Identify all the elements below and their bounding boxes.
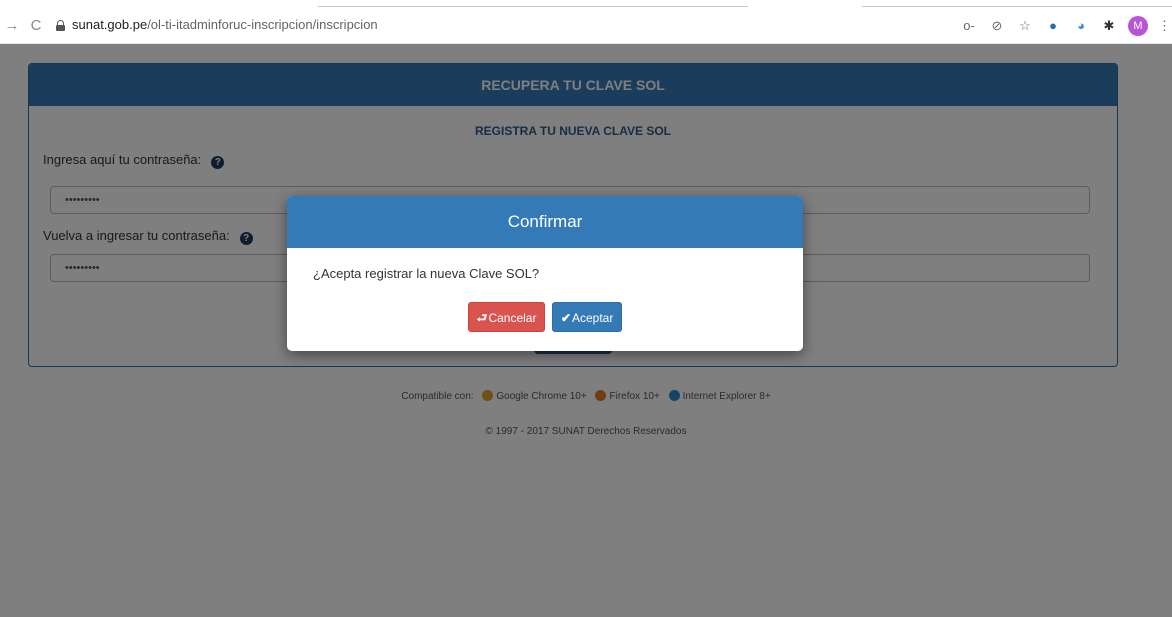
eye-off-icon[interactable]: ⊘ [988,17,1006,35]
extension-icon[interactable]: ◕ [1072,17,1090,35]
dialog-actions: ⮐Cancelar ✔Aceptar [287,302,803,332]
cancel-button[interactable]: ⮐Cancelar [467,302,546,332]
sign-out-icon: ⮐ [476,311,488,325]
extension-bar: o⁠- ⊘ ☆ ● ◕ ✱ M ⋮ [960,14,1171,38]
tab-divider [862,6,1172,7]
accept-button[interactable]: ✔Aceptar [551,302,623,332]
star-icon[interactable]: ☆ [1016,17,1034,35]
confirm-dialog: Confirmar ¿Acepta registrar la nueva Cla… [287,196,803,351]
key-icon[interactable]: o⁠- [960,17,978,35]
check-icon: ✔ [560,311,571,325]
url-path: /ol-ti-itadminforuc-inscripcion/inscripc… [147,17,378,32]
url-host: sunat.gob.pe [72,17,148,32]
menu-icon[interactable]: ⋮ [1158,17,1171,35]
accept-label: Aceptar [572,311,614,325]
tab-divider [318,6,748,7]
reload-icon[interactable]: C [26,16,46,36]
url-text[interactable]: sunat.gob.pe/ol-ti-itadminforuc-inscripc… [72,17,378,32]
tab-strip [0,0,1172,8]
dialog-message: ¿Acepta registrar la nueva Clave SOL? [313,266,540,281]
browser-toolbar: → C sunat.gob.pe/ol-ti-itadminforuc-insc… [0,8,1172,44]
dialog-title: Confirmar [287,196,803,248]
puzzle-icon[interactable]: ✱ [1100,17,1118,35]
lock-icon [56,20,65,31]
forward-arrow-icon[interactable]: → [2,16,22,36]
address-bar[interactable]: sunat.gob.pe/ol-ti-itadminforuc-inscripc… [56,12,946,40]
cancel-label: Cancelar [488,311,537,325]
avatar[interactable]: M [1128,16,1148,36]
extension-icon[interactable]: ● [1044,17,1062,35]
